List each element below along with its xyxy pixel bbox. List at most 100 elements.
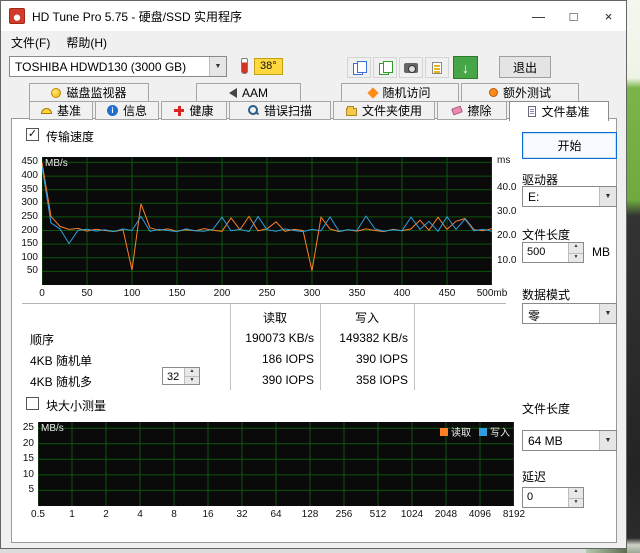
tab-file-benchmark[interactable]: 文件基准 (509, 101, 609, 121)
legend-swatch (440, 427, 448, 436)
transfer-chart-y-axis: 450 400 350 300 250 200 150 100 50 (14, 156, 40, 285)
lamp-icon (51, 87, 62, 98)
legend-item: 写入 (479, 424, 510, 439)
axis-tick-label: 20 (22, 437, 34, 449)
stepper-up-icon[interactable]: ▲ (568, 243, 583, 253)
save-text-button[interactable] (425, 57, 449, 78)
data-mode-value: 零 (528, 309, 541, 323)
transfer-speed-checkbox[interactable] (26, 128, 39, 141)
delay-input[interactable]: 0 ▲ ▼ (522, 487, 584, 508)
queue-depth-stepper[interactable]: 32 ▲ ▼ (162, 367, 200, 385)
stepper-down-icon[interactable]: ▼ (568, 252, 583, 262)
file-length-label: 文件长度 (522, 228, 571, 242)
y-axis-unit: MB/s (45, 158, 68, 169)
magnifier-icon (247, 105, 259, 116)
save-results-button[interactable]: ↓ (453, 56, 478, 79)
tab-error-scan[interactable]: 错误扫描 (229, 101, 331, 120)
block-file-length-value: 64 MB (528, 434, 563, 448)
copy-info-button[interactable] (373, 57, 397, 78)
legend-label: 读取 (451, 428, 471, 439)
maximize-button[interactable]: □ (556, 1, 591, 31)
stepper-buttons: ▲ ▼ (568, 488, 583, 507)
axis-tick-label: 100 (123, 288, 141, 299)
tab-aam[interactable]: AAM (196, 83, 301, 102)
file-length-unit: MB (592, 245, 610, 259)
copy-icon (352, 61, 367, 75)
speaker-icon (228, 87, 237, 98)
file-benchmark-panel: 传输速度 45040035030025020015010050 MB/s ms … (11, 118, 617, 543)
stepper-up-icon[interactable]: ▲ (184, 368, 199, 376)
ms-axis-unit: ms (497, 155, 511, 166)
axis-tick-label: 1 (69, 509, 75, 520)
stepper-down-icon[interactable]: ▼ (184, 376, 199, 384)
block-file-length-select[interactable]: 64 MB ▼ (522, 430, 617, 451)
tab-health[interactable]: 健康 (161, 101, 227, 120)
tab-erase[interactable]: 擦除 (437, 101, 507, 120)
axis-tick-label: 50 (26, 265, 38, 277)
legend-label: 写入 (490, 428, 510, 439)
tab-disk-monitor[interactable]: 磁盘监视器 (29, 83, 149, 102)
axis-tick-label: 30.0 (497, 205, 517, 217)
axis-tick-label: 1024 (400, 509, 424, 520)
stepper-buttons: ▲ ▼ (568, 243, 583, 262)
chevron-down-icon: ▼ (599, 187, 616, 206)
axis-tick-label: 15 (22, 453, 34, 465)
start-button[interactable]: 开始 (522, 132, 617, 159)
app-icon (9, 8, 25, 24)
tab-label: 擦除 (467, 104, 492, 118)
stepper-up-icon[interactable]: ▲ (568, 488, 583, 498)
axis-tick-label: 400 (21, 170, 38, 182)
file-length-value: 500 (527, 246, 546, 258)
transfer-speed-label: 传输速度 (46, 130, 95, 144)
menu-help[interactable]: 帮助(H) (58, 31, 115, 54)
axis-tick-label: 512 (369, 509, 387, 520)
desktop-background (626, 0, 640, 553)
close-button[interactable]: × (591, 1, 626, 31)
chevron-down-icon: ▼ (599, 431, 616, 450)
axis-tick-label: 8 (171, 509, 177, 520)
axis-tick-label: 150 (168, 288, 186, 299)
queue-depth-value: 32 (167, 371, 180, 383)
drive-selector[interactable]: TOSHIBA HDWD130 (3000 GB) ▼ (9, 56, 227, 77)
axis-tick-label: 100 (21, 251, 38, 263)
axis-tick-label: 450 (438, 288, 456, 299)
tab-benchmark[interactable]: 基准 (29, 101, 93, 120)
tab-info[interactable]: 信息 (95, 101, 159, 120)
axis-tick-label: 256 (335, 509, 353, 520)
column-header-read: 读取 (262, 311, 287, 325)
copy-results-button[interactable] (347, 57, 371, 78)
file-length-input[interactable]: 500 ▲ ▼ (522, 242, 584, 263)
drive-letter-select[interactable]: E: ▼ (522, 186, 617, 207)
camera-icon (404, 62, 418, 73)
tab-folder-usage[interactable]: 文件夹使用 (333, 101, 435, 120)
app-window: HD Tune Pro 5.75 - 硬盘/SSD 实用程序 — □ × 文件(… (0, 0, 627, 549)
thermometer-icon (241, 58, 248, 74)
sequential-write-value: 149382 KB/s (339, 331, 408, 345)
drive-selector-value: TOSHIBA HDWD130 (3000 GB) (15, 60, 187, 74)
toolbar: TOSHIBA HDWD130 (3000 GB) ▼ 38° ↓ 退出 (1, 53, 626, 83)
block-size-checkbox[interactable] (26, 397, 39, 410)
row-label-4k-random-multi: 4KB 随机多 (30, 375, 93, 389)
minimize-button[interactable]: — (521, 1, 556, 31)
tab-extra-tests[interactable]: 额外测试 (461, 83, 579, 102)
menu-file[interactable]: 文件(F) (3, 31, 58, 54)
row-label-sequential: 顺序 (30, 333, 55, 347)
block-file-length-label: 文件长度 (522, 402, 571, 416)
stepper-down-icon[interactable]: ▼ (568, 497, 583, 507)
axis-tick-label: 50 (81, 288, 93, 299)
exit-button[interactable]: 退出 (499, 56, 551, 78)
data-mode-select[interactable]: 零 ▼ (522, 303, 617, 324)
tab-random-access[interactable]: 随机访问 (341, 83, 459, 102)
random-single-write-value: 390 IOPS (355, 352, 408, 366)
chevron-down-icon: ▼ (599, 304, 616, 323)
axis-tick-label: 300 (303, 288, 321, 299)
screenshot-button[interactable] (399, 57, 423, 78)
info-icon (106, 105, 118, 116)
random-access-icon (367, 86, 380, 99)
axis-tick-label: 4 (137, 509, 143, 520)
transfer-chart-canvas (42, 157, 492, 285)
eraser-icon (451, 105, 464, 116)
extra-tests-icon (488, 88, 498, 97)
screen: HD Tune Pro 5.75 - 硬盘/SSD 实用程序 — □ × 文件(… (0, 0, 640, 553)
chevron-down-icon: ▼ (209, 57, 226, 76)
